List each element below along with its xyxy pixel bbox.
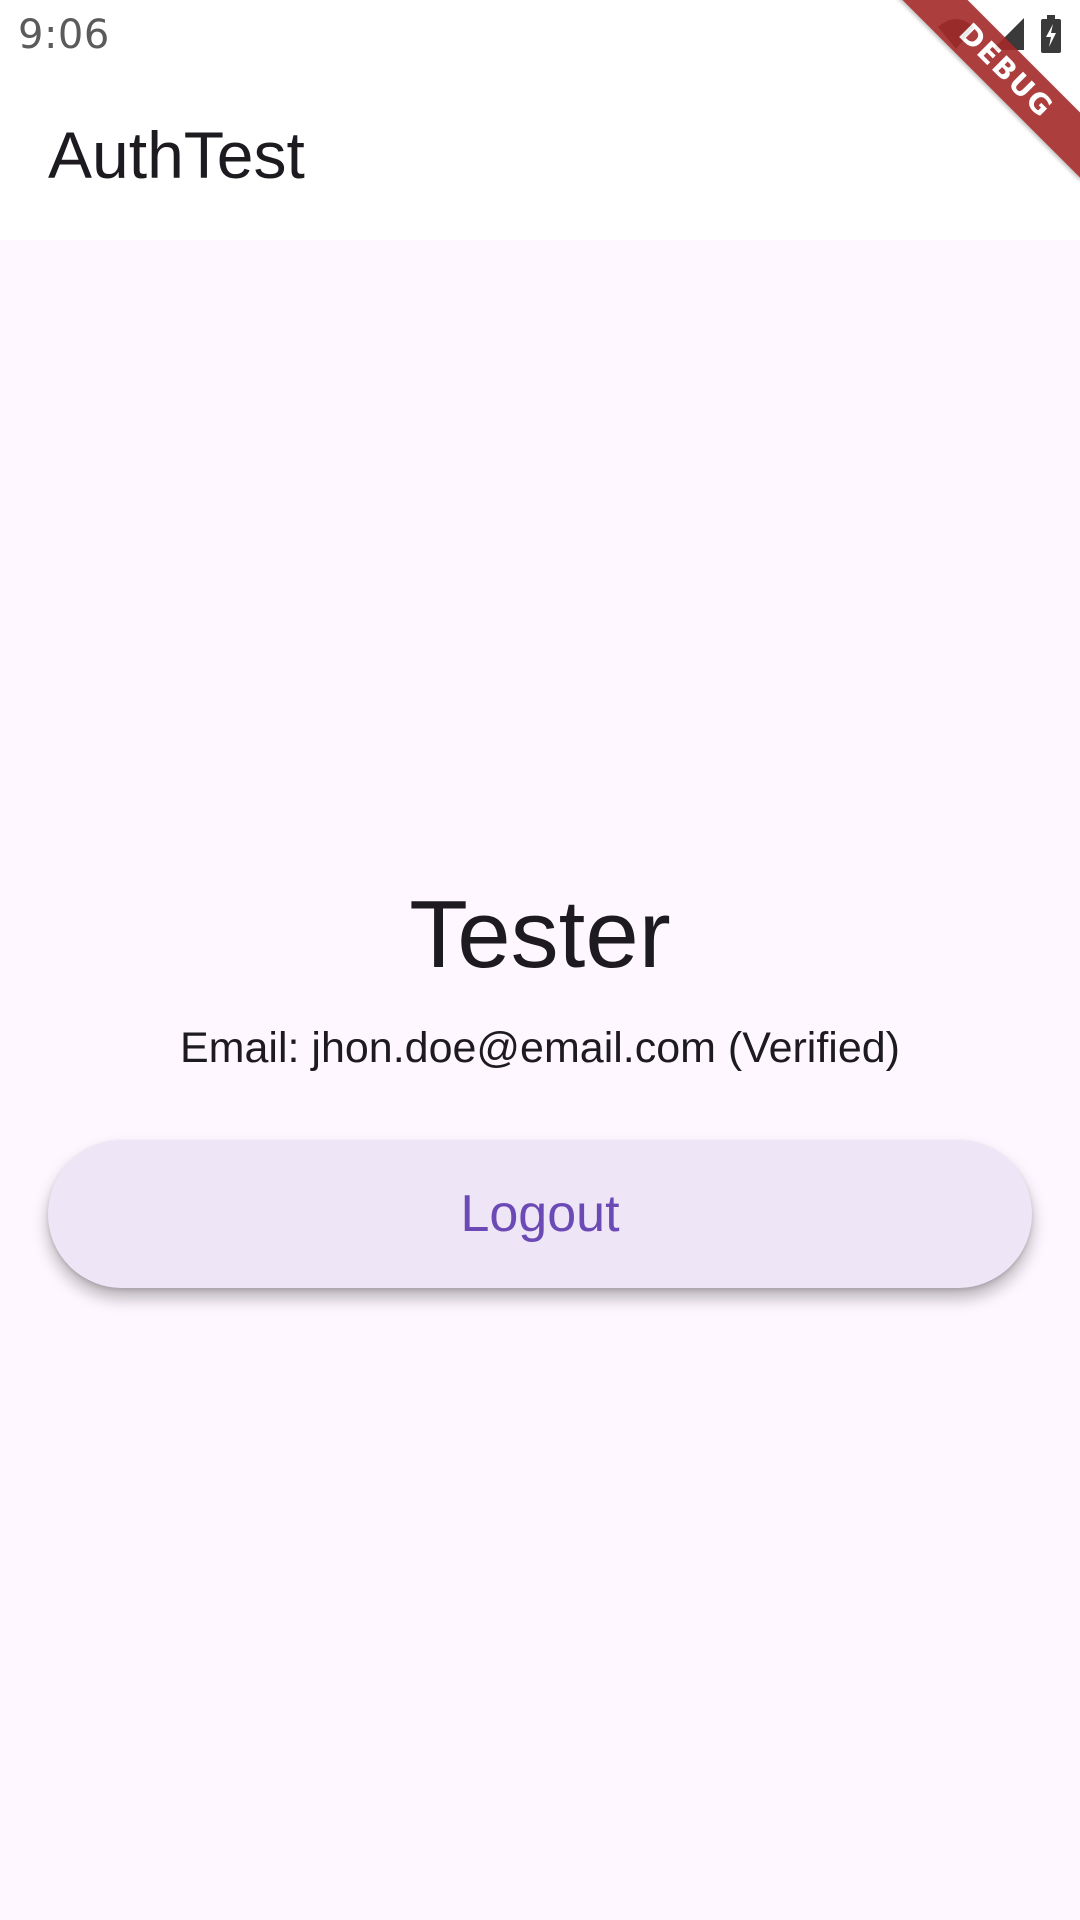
logout-button-label: Logout (460, 1185, 620, 1243)
status-bar: 9:06 (0, 0, 1080, 72)
status-time: 9:06 (18, 12, 110, 58)
logout-button[interactable]: Logout (48, 1140, 1032, 1288)
user-email: Email: jhon.doe@email.com (Verified) (180, 1024, 900, 1072)
app-title: AuthTest (48, 118, 305, 192)
app-bar: AuthTest (0, 72, 1080, 240)
user-name: Tester (409, 881, 671, 988)
battery-icon (1040, 14, 1062, 58)
signal-icon (990, 16, 1026, 57)
wifi-icon (936, 17, 976, 56)
status-icons (936, 14, 1062, 58)
profile-content: Tester Email: jhon.doe@email.com (Verifi… (0, 240, 1080, 1920)
